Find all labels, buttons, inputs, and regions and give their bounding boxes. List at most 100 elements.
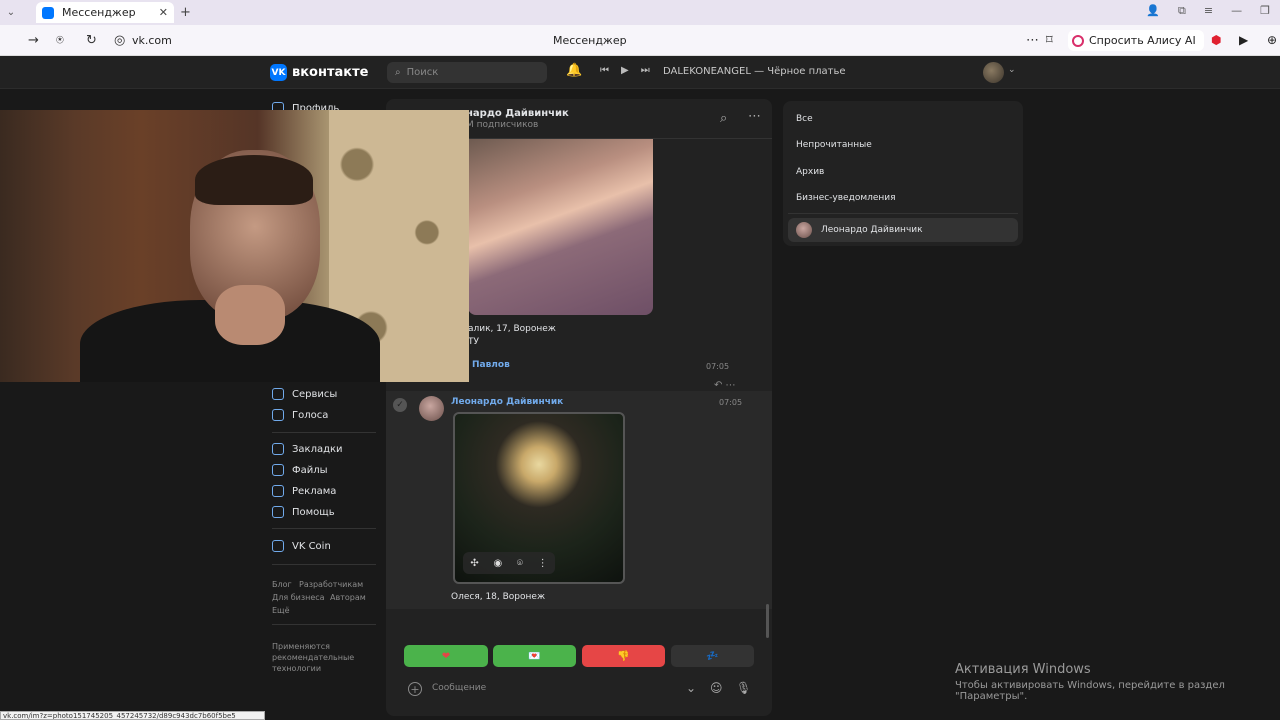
message-photo[interactable] <box>468 139 653 315</box>
menu-icon[interactable]: ≡ <box>1204 4 1213 18</box>
reload-icon[interactable]: ↻ <box>86 33 97 48</box>
footer-link-more[interactable]: Ещё <box>272 606 290 615</box>
ask-alisa-button[interactable]: Спросить Алису AI <box>1068 30 1204 51</box>
reply-icon[interactable]: ↶ ⋯ <box>714 380 736 391</box>
footer-link-blog[interactable]: Блог <box>272 580 292 589</box>
status-url: vk.com/im?z=photo151745205_457245732/d89… <box>0 711 265 720</box>
more-icon[interactable]: ⋯ <box>1026 33 1039 48</box>
minimize-icon[interactable]: — <box>1231 4 1242 18</box>
chat-name[interactable]: нардо Дайвинчик <box>466 108 569 119</box>
person-hair <box>195 155 313 205</box>
menu-item-vk-coin[interactable]: VK Coin <box>272 537 331 555</box>
folder-unread[interactable]: Непрочитанные <box>796 140 872 150</box>
download-icon[interactable]: ⊕ <box>1267 33 1277 47</box>
like-button[interactable]: ❤ <box>404 645 488 667</box>
sender-name[interactable]: Павлов <box>472 360 510 370</box>
window-controls: 👤 ⧉ ≡ — ❐ <box>1146 4 1270 18</box>
media-icon[interactable]: ▶ <box>1239 33 1248 47</box>
zzz-icon: 💤 <box>706 650 719 662</box>
attach-icon[interactable]: + <box>408 682 422 696</box>
forward-icon[interactable]: → <box>28 33 39 48</box>
menu-item-votes[interactable]: Голоса <box>272 406 328 424</box>
microphone-icon[interactable]: 🎙 <box>736 681 751 695</box>
avatar <box>796 222 812 238</box>
scrollbar[interactable] <box>766 604 769 638</box>
search-icon[interactable]: ⌕ <box>720 111 727 126</box>
new-tab-icon[interactable]: + <box>180 5 191 20</box>
filter-icon[interactable]: ✣ <box>470 558 478 569</box>
vk-logo[interactable]: VK вконтакте <box>270 64 368 81</box>
avatar[interactable] <box>983 62 1004 83</box>
protect-icon[interactable]: ⍟ <box>56 33 64 48</box>
alisa-icon <box>1072 34 1084 47</box>
collections-icon[interactable]: ⧉ <box>1178 4 1186 18</box>
sleep-button[interactable]: 💤 <box>671 645 754 667</box>
vk-favicon-icon <box>42 6 54 19</box>
chevron-down-icon[interactable]: ⌄ <box>1008 65 1016 75</box>
extension-icon[interactable]: ⬢ <box>1211 33 1221 47</box>
eye-icon[interactable]: ◉ <box>493 558 502 569</box>
audio-player: ⏮ ▶ ⏭ <box>600 65 650 76</box>
profile-caption: алик, 17, Воронеж <box>468 324 556 334</box>
play-icon[interactable]: ▶ <box>621 65 629 76</box>
menu-item-label: Сервисы <box>292 388 338 400</box>
menu-item-ads[interactable]: Реклама <box>272 482 336 500</box>
footer-link-authors[interactable]: Авторам <box>330 593 366 602</box>
recommendation-note: рекомендательные <box>272 653 355 662</box>
folder-archive[interactable]: Архив <box>796 167 824 177</box>
url-field[interactable]: vk.com <box>132 34 172 47</box>
footer-link-business[interactable]: Для бизнеса <box>272 593 325 602</box>
message-photo[interactable]: ✣ ◉ ⌾ ⋮ <box>453 412 625 584</box>
message-item[interactable]: ✓ Леонардо Дайвинчик 07:05 ✣ ◉ ⌾ ⋮ Олеся… <box>386 391 772 609</box>
message-composer[interactable]: + Сообщение ⌄ ☺ 🎙 <box>386 675 772 705</box>
alisa-label: Спросить Алису AI <box>1089 34 1196 47</box>
avatar[interactable] <box>419 396 444 421</box>
browser-tab[interactable]: Мессенджер ✕ <box>36 2 174 23</box>
folder-business[interactable]: Бизнес-уведомления <box>796 193 896 203</box>
profile-caption: Олеся, 18, Воронеж <box>451 592 546 602</box>
divider <box>788 213 1018 214</box>
person-hand <box>215 285 285 345</box>
menu-item-bookmarks[interactable]: Закладки <box>272 440 343 458</box>
search-icon: ⌕ <box>395 67 401 78</box>
services-icon <box>272 388 284 400</box>
message-input[interactable]: Сообщение <box>432 683 486 693</box>
chevron-down-icon[interactable]: ⌄ <box>686 681 696 695</box>
menu-item-files[interactable]: Файлы <box>272 461 328 479</box>
now-playing[interactable]: DALEKONEANGEL — Чёрное платье <box>663 66 846 77</box>
vk-logo-icon: VK <box>270 64 287 81</box>
emoji-icon[interactable]: ☺ <box>710 681 723 695</box>
close-tab-icon[interactable]: ✕ <box>159 6 168 19</box>
message-button[interactable]: 💌 <box>493 645 576 667</box>
notifications-icon[interactable]: 🔔 <box>566 63 582 78</box>
profile-caption: ТУ <box>468 337 479 347</box>
profile-icon[interactable]: 👤 <box>1146 4 1160 18</box>
camera-icon[interactable]: ⌾ <box>517 558 523 569</box>
folder-chat-active[interactable]: Леонардо Дайвинчик <box>788 218 1018 242</box>
bookmark-icon[interactable]: ⌑ <box>1046 33 1053 48</box>
recommendation-note: технологии <box>272 664 322 673</box>
restore-icon[interactable]: ❐ <box>1260 4 1270 18</box>
dislike-button[interactable]: 👎 <box>582 645 665 667</box>
menu-item-label: Помощь <box>292 506 335 518</box>
sender-name[interactable]: Леонардо Дайвинчик <box>451 397 563 407</box>
search-input[interactable]: ⌕ Поиск <box>387 62 547 83</box>
recommendation-note: Применяются <box>272 642 330 651</box>
menu-item-label: Файлы <box>292 464 328 476</box>
menu-item-help[interactable]: Помощь <box>272 503 335 521</box>
next-track-icon[interactable]: ⏭ <box>641 65 650 76</box>
heart-icon: ❤ <box>441 650 451 662</box>
windows-activation-title: Активация Windows <box>955 662 1091 677</box>
vk-header: VK вконтакте ⌕ Поиск 🔔 ⏮ ▶ ⏭ DALEKONEANG… <box>0 56 1280 89</box>
more-icon[interactable]: ⋮ <box>538 558 548 569</box>
menu-item-label: VK Coin <box>292 540 331 552</box>
folder-all[interactable]: Все <box>796 114 813 124</box>
page-title: Мессенджер <box>553 34 627 47</box>
menu-item-services[interactable]: Сервисы <box>272 385 337 403</box>
select-check-icon[interactable]: ✓ <box>393 398 407 412</box>
prev-track-icon[interactable]: ⏮ <box>600 65 609 76</box>
footer-link-developers[interactable]: Разработчикам <box>299 580 363 589</box>
more-icon[interactable]: ⋯ <box>748 109 761 124</box>
tab-list-icon[interactable]: ⌄ <box>4 6 18 20</box>
webcam-overlay <box>0 110 469 382</box>
